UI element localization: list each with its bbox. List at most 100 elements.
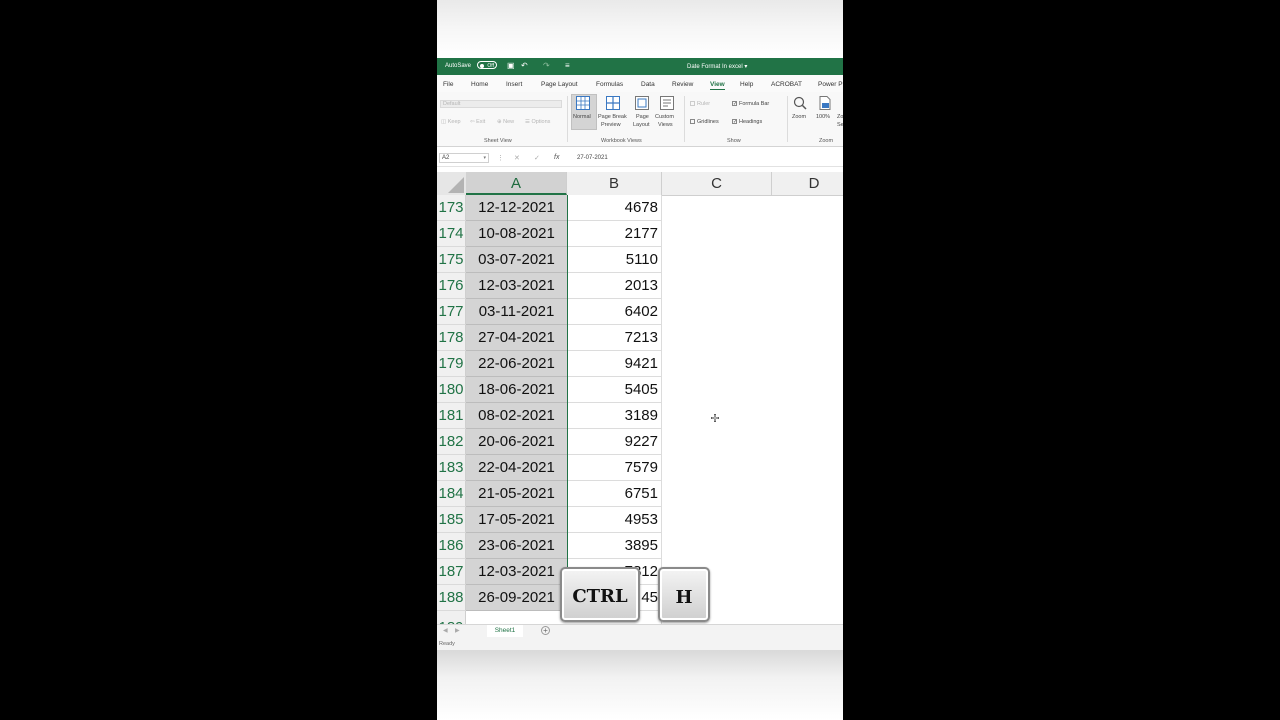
row-header[interactable]: 187 bbox=[437, 559, 466, 585]
cell-value[interactable]: 6751 bbox=[567, 481, 662, 507]
add-sheet-icon[interactable]: + bbox=[541, 626, 550, 635]
row-header[interactable]: 186 bbox=[437, 533, 466, 559]
table-row: 179 22-06-2021 9421 bbox=[437, 351, 843, 377]
options-button[interactable]: ☰ Options bbox=[525, 119, 550, 125]
cell-value[interactable]: 4953 bbox=[567, 507, 662, 533]
cell-value[interactable]: 7213 bbox=[567, 325, 662, 351]
name-box[interactable]: A2 ▾ bbox=[439, 153, 489, 163]
zoom-to-selection-label[interactable]: Zo bbox=[837, 114, 843, 120]
row-header[interactable]: 174 bbox=[437, 221, 466, 247]
tab-file[interactable]: File bbox=[443, 81, 453, 88]
next-sheet-icon[interactable]: ▶ bbox=[455, 627, 460, 634]
exit-button[interactable]: ⇦ Exit bbox=[470, 119, 485, 125]
cell-value[interactable]: 7579 bbox=[567, 455, 662, 481]
tab-view[interactable]: View bbox=[710, 81, 725, 90]
row-header[interactable]: 175 bbox=[437, 247, 466, 273]
redo-icon[interactable]: ↷ bbox=[543, 61, 550, 70]
column-header-c[interactable]: C bbox=[662, 172, 772, 195]
customize-qat-icon[interactable]: ≡ bbox=[565, 61, 570, 70]
tab-insert[interactable]: Insert bbox=[506, 81, 522, 88]
new-button[interactable]: ⊕ New bbox=[497, 119, 514, 125]
page-break-preview-icon[interactable] bbox=[606, 96, 620, 110]
sheet-view-dropdown[interactable]: Default bbox=[440, 100, 562, 108]
tab-acrobat[interactable]: ACROBAT bbox=[771, 81, 802, 88]
cell-date[interactable]: 08-02-2021 bbox=[466, 403, 567, 429]
tab-help[interactable]: Help bbox=[740, 81, 753, 88]
save-icon[interactable]: ▣ bbox=[507, 61, 515, 70]
cancel-icon[interactable]: ✕ bbox=[514, 154, 520, 162]
row-header[interactable]: 180 bbox=[437, 377, 466, 403]
row-header[interactable]: 178 bbox=[437, 325, 466, 351]
cell-value[interactable]: 3189 bbox=[567, 403, 662, 429]
headings-checkbox[interactable]: ✓ Headings bbox=[732, 119, 762, 125]
undo-icon[interactable]: ↶ bbox=[521, 61, 528, 70]
cell-value[interactable]: 9227 bbox=[567, 429, 662, 455]
insert-function-icon[interactable]: fx bbox=[554, 154, 559, 161]
page-layout-icon[interactable] bbox=[635, 96, 649, 110]
status-text: Ready bbox=[439, 641, 455, 647]
cell-date[interactable]: 12-12-2021 bbox=[466, 195, 567, 221]
cell-date[interactable]: 03-07-2021 bbox=[466, 247, 567, 273]
row-header[interactable]: 179 bbox=[437, 351, 466, 377]
row-header[interactable]: 185 bbox=[437, 507, 466, 533]
select-all-button[interactable] bbox=[437, 172, 467, 195]
tab-page-layout[interactable]: Page Layout bbox=[541, 81, 578, 88]
cell-date[interactable]: 18-06-2021 bbox=[466, 377, 567, 403]
column-header-d[interactable]: D bbox=[772, 172, 843, 195]
document-title[interactable]: Date Format In excel ▾ bbox=[687, 63, 747, 70]
workbook-views-group-label: Workbook Views bbox=[601, 138, 642, 144]
cell-date[interactable]: 22-04-2021 bbox=[466, 455, 567, 481]
autosave-toggle[interactable]: Off bbox=[477, 61, 497, 69]
cell-date[interactable]: 26-09-2021 bbox=[466, 585, 567, 611]
tab-formulas[interactable]: Formulas bbox=[596, 81, 623, 88]
table-row: 176 12-03-2021 2013 bbox=[437, 273, 843, 299]
chevron-down-icon[interactable]: ▾ bbox=[483, 154, 486, 163]
cell-value[interactable]: 9421 bbox=[567, 351, 662, 377]
cell-value[interactable]: 5110 bbox=[567, 247, 662, 273]
tab-power-pivot[interactable]: Power P bbox=[818, 81, 843, 88]
row-header[interactable]: 182 bbox=[437, 429, 466, 455]
cell-value[interactable]: 3895 bbox=[567, 533, 662, 559]
column-header-a[interactable]: A bbox=[466, 172, 567, 195]
custom-views-icon[interactable] bbox=[660, 96, 674, 110]
cell-date[interactable]: 21-05-2021 bbox=[466, 481, 567, 507]
zoom-100-icon[interactable] bbox=[818, 96, 832, 110]
tab-home[interactable]: Home bbox=[471, 81, 488, 88]
row-header[interactable]: 173 bbox=[437, 195, 466, 221]
row-header[interactable]: 184 bbox=[437, 481, 466, 507]
cell-date[interactable]: 03-11-2021 bbox=[466, 299, 567, 325]
row-header[interactable]: 177 bbox=[437, 299, 466, 325]
cell-date[interactable]: 12-03-2021 bbox=[466, 273, 567, 299]
formula-bar-checkbox[interactable]: ✓ Formula Bar bbox=[732, 101, 769, 107]
cell-date[interactable]: 10-08-2021 bbox=[466, 221, 567, 247]
zoom-magnifier-icon[interactable] bbox=[793, 96, 807, 110]
ruler-checkbox[interactable]: Ruler bbox=[690, 101, 710, 107]
formula-input[interactable]: 27-07-2021 bbox=[577, 155, 608, 161]
cell-date[interactable]: 20-06-2021 bbox=[466, 429, 567, 455]
cell-value[interactable]: 5405 bbox=[567, 377, 662, 403]
cell-date[interactable]: 22-06-2021 bbox=[466, 351, 567, 377]
keep-button[interactable]: ◫ Keep bbox=[441, 119, 461, 125]
cell-date[interactable]: 27-04-2021 bbox=[466, 325, 567, 351]
gridlines-checkbox[interactable]: Gridlines bbox=[690, 119, 719, 125]
cell-date[interactable] bbox=[466, 611, 567, 624]
prev-sheet-icon[interactable]: ◀ bbox=[443, 627, 448, 634]
cell-value[interactable]: 2177 bbox=[567, 221, 662, 247]
cell-date[interactable]: 23-06-2021 bbox=[466, 533, 567, 559]
cell-date[interactable]: 12-03-2021 bbox=[466, 559, 567, 585]
sheet-view-dropdown-value: Default bbox=[443, 101, 461, 107]
enter-icon[interactable]: ✓ bbox=[534, 154, 540, 162]
spreadsheet-grid[interactable]: A B C D 173 12-12-2021 4678 174 10-08-2021 2… bbox=[437, 172, 843, 624]
column-header-b[interactable]: B bbox=[567, 172, 662, 195]
tab-review[interactable]: Review bbox=[672, 81, 693, 88]
row-header[interactable]: 183 bbox=[437, 455, 466, 481]
row-header[interactable]: 189 bbox=[437, 611, 466, 624]
row-header[interactable]: 176 bbox=[437, 273, 466, 299]
row-header[interactable]: 181 bbox=[437, 403, 466, 429]
cell-value[interactable]: 4678 bbox=[567, 195, 662, 221]
tab-data[interactable]: Data bbox=[641, 81, 655, 88]
cell-date[interactable]: 17-05-2021 bbox=[466, 507, 567, 533]
cell-value[interactable]: 6402 bbox=[567, 299, 662, 325]
cell-value[interactable]: 2013 bbox=[567, 273, 662, 299]
row-header[interactable]: 188 bbox=[437, 585, 466, 611]
